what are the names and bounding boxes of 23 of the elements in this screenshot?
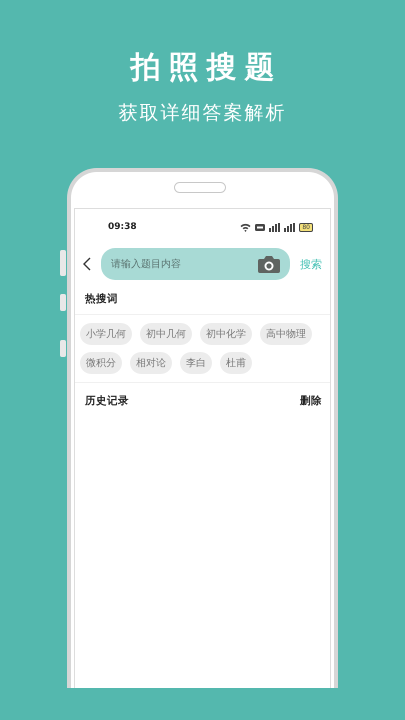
wifi-icon <box>240 222 252 232</box>
camera-icon[interactable] <box>258 255 280 273</box>
headline: 拍照搜题 <box>128 49 282 87</box>
status-time: 09:38 <box>108 222 137 232</box>
search-field[interactable]: 请输入题目内容 <box>101 248 290 280</box>
subtitle: 获取详细答案解析 <box>118 101 286 126</box>
back-icon[interactable] <box>83 257 91 271</box>
speaker-slot <box>174 182 226 193</box>
search-button[interactable]: 搜索 <box>300 256 322 272</box>
hot-tag[interactable]: 初中化学 <box>200 323 252 345</box>
hd-icon <box>255 224 266 230</box>
hot-tag[interactable]: 小学几何 <box>80 323 132 345</box>
section-title: 历史记录 <box>85 394 129 408</box>
hot-tag[interactable]: 李白 <box>180 352 212 374</box>
hot-tag[interactable]: 杜甫 <box>220 352 252 374</box>
hot-tag[interactable]: 相对论 <box>130 352 172 374</box>
signal-icon <box>284 222 296 232</box>
signal-icon <box>269 222 280 232</box>
hot-tag[interactable]: 高中物理 <box>260 323 312 345</box>
section-title: 热搜词 <box>75 280 330 315</box>
hot-tag[interactable]: 初中几何 <box>140 323 192 345</box>
hot-tag[interactable]: 微积分 <box>80 352 122 374</box>
delete-button[interactable]: 删除 <box>300 394 322 408</box>
